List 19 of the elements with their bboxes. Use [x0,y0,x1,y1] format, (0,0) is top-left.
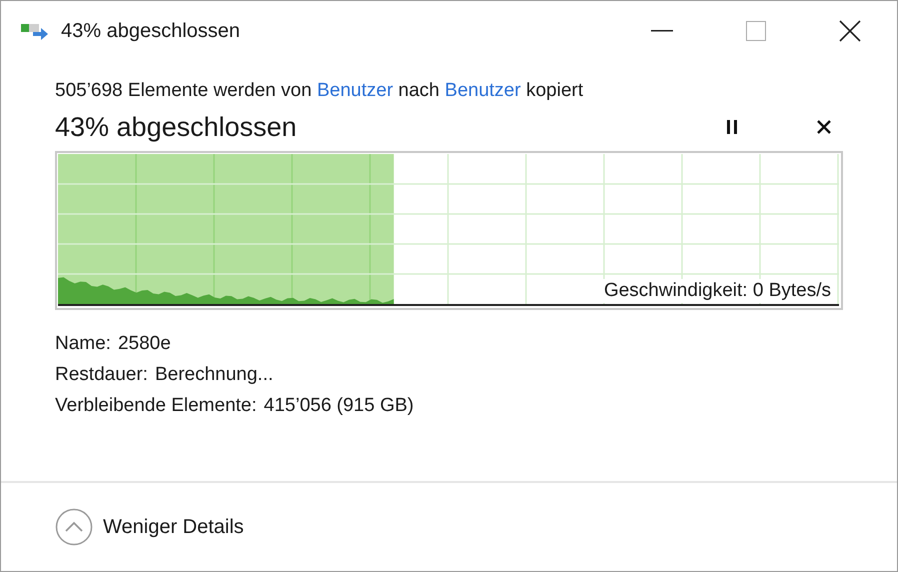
detail-value: 2580e [118,332,171,356]
window-title: 43% abgeschlossen [61,19,240,44]
copy-icon [21,21,49,41]
close-icon [817,120,831,134]
minimize-icon [651,30,673,32]
details-toggle[interactable]: Weniger Details [55,508,244,546]
progress-heading: 43% abgeschlossen [55,110,297,144]
pause-icon [727,120,737,134]
detail-value: Berechnung... [154,363,274,387]
detail-label: Name: [55,332,111,356]
close-icon [839,20,861,42]
detail-label: Verbleibende Elemente: [55,394,257,418]
speed-label: Geschwindigkeit: 0 Bytes/s [602,279,833,303]
folder-link[interactable]: Benutzer [444,80,521,101]
maximize-icon [746,21,766,41]
copy-summary: 505’698 Elemente werden von Benutzer nach Benutzer kopiert [55,79,584,103]
folder-link[interactable]: Benutzer [316,80,394,101]
detail-value: 415’056 (915 GB) [264,394,414,418]
detail-label: Restdauer: [55,363,148,387]
